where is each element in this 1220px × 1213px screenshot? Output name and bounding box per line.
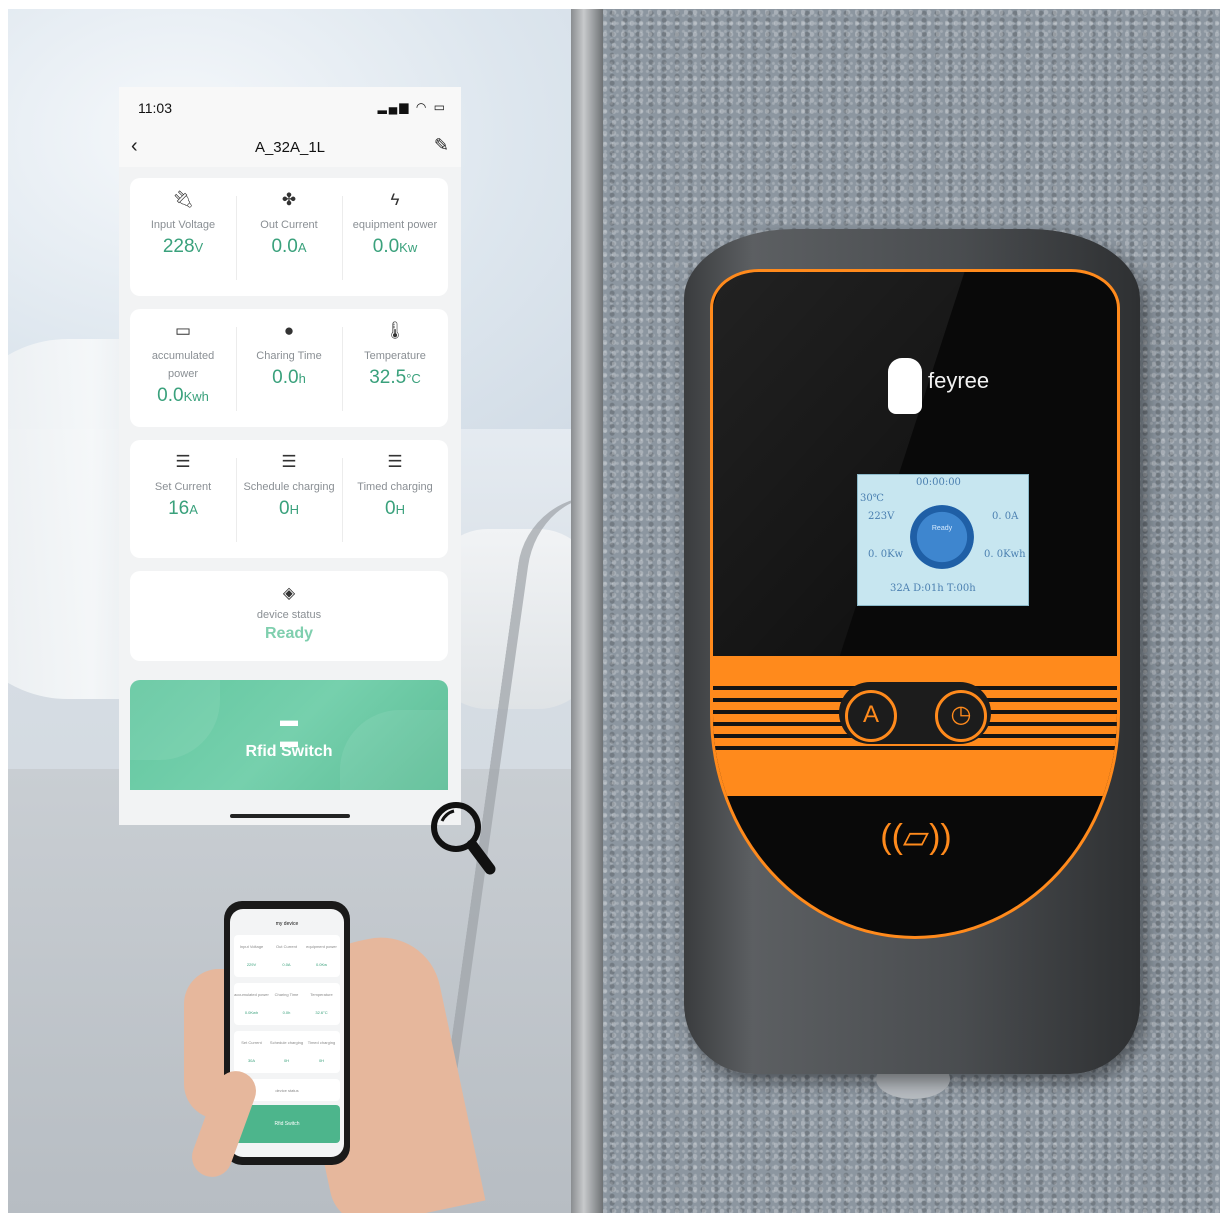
nav-bar: ‹ A_32A_1L ✎ [119,127,461,167]
menu-icon: ☰ [175,452,191,471]
clock-button-icon[interactable]: ◷ [935,690,987,742]
signal-wifi-battery-icon: ▂▄▆ ◠ ▭ [377,100,447,114]
metric-out-current: ✤ Out Current 0.0A [236,178,342,296]
thermometer-icon: 🌡︎ [384,321,406,340]
rfid-switch-button[interactable]: ▬ ▬ Rfid Switch [130,680,448,790]
device-title: A_32A_1L [254,139,326,156]
edit-icon[interactable]: ✎ [434,135,449,156]
ev-charger: feyree 00:00:00 30℃ 223V 0. 0A 0. 0Kw 0.… [684,229,1140,1074]
device-status-value: Ready [264,625,314,642]
metric-schedule-charging[interactable]: ☰ Schedule charging 0H [236,440,342,558]
metric-temperature: 🌡︎ Temperature 32.5°C [342,309,448,427]
status-bar: 11:03 ▂▄▆ ◠ ▭ [119,87,461,127]
device-status-card: ◈ device status Ready [130,571,448,661]
clock-icon: ● [283,321,295,340]
smartphone-screen: my device Input Voltage Out Current equipm… [230,909,344,1157]
metric-set-current[interactable]: ☰ Set Current 16A [130,440,236,558]
menu-icon: ☰ [281,452,297,471]
metric-accumulated-power: ▭ accumulated power 0.0Kwh [130,309,236,427]
current-button[interactable]: A [845,690,897,742]
metrics-card-3: ☰ Set Current 16A ☰ Schedule charging 0H… [130,440,448,558]
charger-lcd-screen: 00:00:00 30℃ 223V 0. 0A 0. 0Kw 0. 0Kwh R… [857,474,1029,606]
home-indicator [230,814,350,818]
metrics-card-2: ▭ accumulated power 0.0Kwh ● Charing Tim… [130,309,448,427]
plug-icon: 🔌︎ [172,190,194,209]
metrics-card-1: 🔌︎ Input Voltage 228V ✤ Out Current 0.0A… [130,178,448,296]
bolt-icon: ϟ [390,190,400,209]
app-screen: 11:03 ▂▄▆ ◠ ▭ ‹ A_32A_1L ✎ 🔌︎ Input Volt… [119,87,461,825]
layers-icon: ◈ [282,585,296,602]
status-ring: Ready [910,505,974,569]
fan-icon: ✤ [281,190,297,209]
charger-front-panel: feyree 00:00:00 30℃ 223V 0. 0A 0. 0Kw 0.… [710,269,1120,939]
bear-logo-icon [888,358,922,414]
orange-control-band: A ◷ [713,656,1117,796]
battery-icon: ▭ [174,321,192,340]
brand-logo: feyree [928,368,990,393]
magnifier-icon [431,802,496,875]
metric-timed-charging[interactable]: ☰ Timed charging 0H [342,440,448,558]
metric-equipment-power: ϟ equipment power 0.0Kw [342,178,448,296]
metric-input-voltage: 🔌︎ Input Voltage 228V [130,178,236,296]
metric-charging-time: ● Charing Time 0.0h [236,309,342,427]
status-time: 11:03 [138,100,172,116]
product-scene: 11:03 ▂▄▆ ◠ ▭ ‹ A_32A_1L ✎ 🔌︎ Input Volt… [8,9,1220,1213]
wall-edge [571,9,603,1213]
menu-icon: ☰ [387,452,403,471]
rfid-reader-icon: ((▱)) [880,818,952,856]
